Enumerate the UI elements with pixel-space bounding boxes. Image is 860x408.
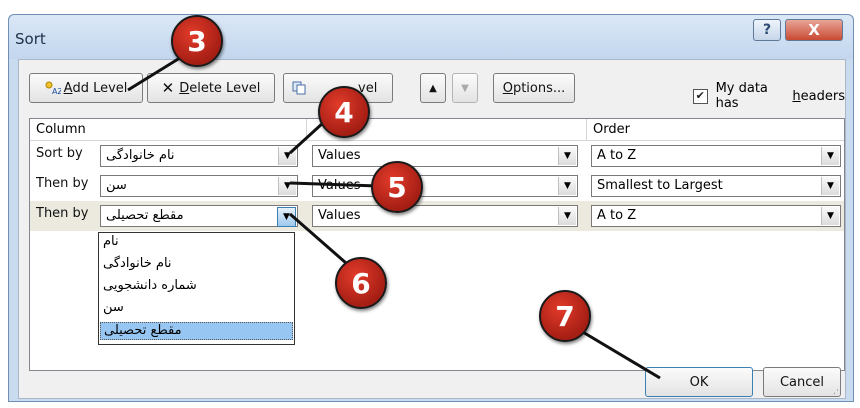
callout-badge: 7 [539,290,591,342]
sort-level-row[interactable]: Sort by نام خانوادگی ▼ Values ▼ A to Z ▼ [30,141,844,171]
headers-label-underline: h [792,88,801,104]
header-divider [306,119,307,140]
column-value: سن [106,178,127,193]
add-level-underline: A [63,80,73,96]
dialog-title: Sort [15,30,46,48]
options-underline: O [502,80,513,96]
dropdown-option[interactable]: سن [100,300,293,318]
chevron-down-icon[interactable]: ▼ [278,147,296,165]
column-combo[interactable]: سن ▼ [100,175,298,197]
add-level-label: dd Level [72,80,128,96]
sort-on-value: Values [318,148,361,163]
headers-checkbox[interactable]: ✔ [693,88,708,104]
sort-dialog: Sort ? X AZ Add Level ✕ Delete Level vel… [8,14,854,402]
options-label: ptions... [512,80,566,96]
chevron-down-icon[interactable]: ▼ [278,177,296,195]
chevron-down-icon[interactable]: ▼ [558,177,576,195]
callout-badge: 3 [171,15,223,67]
arrow-up-icon: ▲ [429,82,437,94]
column-value: مقطع تحصیلی [106,208,184,223]
grid-header: Column Order [30,119,844,141]
sort-on-combo[interactable]: Values ▼ [312,145,578,167]
title-bar[interactable]: Sort ? X [9,15,853,59]
headers-label-after: eaders [800,88,845,104]
column-value: نام خانوادگی [106,148,175,163]
column-combo[interactable]: مقطع تحصیلی ▼ [100,205,298,227]
chevron-down-icon[interactable]: ▼ [821,207,839,225]
dropdown-option[interactable]: نام خانوادگی [100,256,293,274]
row-label: Then by [36,206,89,221]
row-label: Sort by [36,146,83,161]
column-dropdown-list: نام نام خانوادگی شماره دانشجویی سن مقطع … [98,232,295,345]
sort-on-combo[interactable]: Values ▼ [312,205,578,227]
delete-level-underline: D [179,80,190,96]
chevron-down-icon[interactable]: ▼ [558,147,576,165]
close-icon: X [808,21,820,39]
row-label: Then by [36,176,89,191]
dropdown-option-selected[interactable]: مقطع تحصیلی [100,322,293,340]
move-down-button[interactable]: ▼ [452,73,478,103]
resize-grip-icon[interactable]: ⋰ [833,386,843,396]
header-divider [586,119,587,140]
delete-level-label: elete Level [189,80,261,96]
order-value: A to Z [597,208,637,223]
sort-on-value: Values [318,178,361,193]
add-level-icon: AZ [45,81,61,95]
cancel-label: Cancel [779,374,825,390]
dropdown-option[interactable]: شماره دانشجویی [100,278,293,296]
add-level-button[interactable]: AZ Add Level [29,73,143,103]
chevron-down-icon[interactable]: ▼ [277,207,296,227]
callout-badge: 4 [318,86,370,138]
order-combo[interactable]: A to Z ▼ [591,205,841,227]
dialog-client-area: AZ Add Level ✕ Delete Level vel ▲ ▼ Opti… [18,59,846,399]
close-button[interactable]: X [785,19,843,41]
arrow-down-icon: ▼ [461,82,469,94]
help-icon: ? [762,22,772,38]
sort-level-row-selected[interactable]: Then by مقطع تحصیلی ▼ Values ▼ A to Z ▼ [30,201,844,231]
copy-level-icon [292,81,306,95]
move-up-button[interactable]: ▲ [420,73,446,103]
sort-on-value: Values [318,208,361,223]
sort-on-combo[interactable]: Values ▼ [312,175,578,197]
ok-button[interactable]: OK [645,367,753,397]
delete-level-button[interactable]: ✕ Delete Level [147,73,275,103]
headers-checkbox-row[interactable]: ✔ My data has h eaders [693,81,845,111]
chevron-down-icon[interactable]: ▼ [821,177,839,195]
ok-label: OK [689,374,709,390]
chevron-down-icon[interactable]: ▼ [558,207,576,225]
order-value: A to Z [597,148,637,163]
svg-text:AZ: AZ [52,87,61,95]
order-value: Smallest to Largest [597,178,723,193]
cancel-button[interactable]: Cancel [763,367,841,397]
order-header: Order [593,122,630,137]
column-combo[interactable]: نام خانوادگی ▼ [100,145,298,167]
delete-x-icon: ✕ [161,79,175,97]
headers-label-before: My data has [715,81,768,111]
chevron-down-icon[interactable]: ▼ [821,147,839,165]
order-combo[interactable]: A to Z ▼ [591,145,841,167]
callout-badge: 6 [335,257,387,309]
sort-level-row[interactable]: Then by سن ▼ Values ▼ Smallest to Larges… [30,171,844,201]
order-combo[interactable]: Smallest to Largest ▼ [591,175,841,197]
column-header: Column [36,122,86,137]
options-button[interactable]: Options... [493,73,575,103]
dropdown-option[interactable]: نام [100,234,293,252]
help-button[interactable]: ? [753,19,781,41]
callout-badge: 5 [371,161,423,213]
